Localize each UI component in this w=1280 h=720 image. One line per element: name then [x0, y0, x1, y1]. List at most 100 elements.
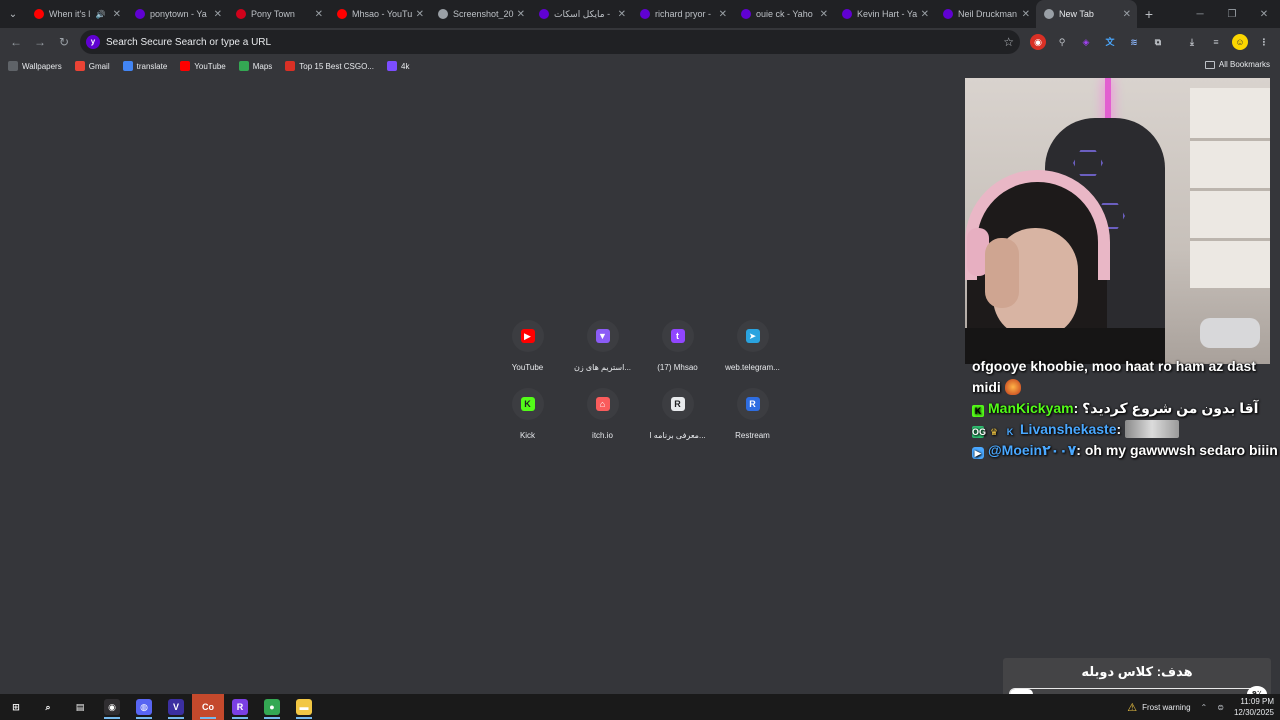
shortcut-tile[interactable]: R Restream [715, 388, 790, 440]
translate-extension-icon[interactable]: 文 [1102, 34, 1118, 50]
start-button[interactable]: ⊞ [0, 694, 32, 720]
weather-warning: Frost warning [1142, 702, 1191, 712]
bookmark-5[interactable]: Top 15 Best CSGO... [285, 61, 374, 71]
address-bar[interactable]: y Search Secure Search or type a URL ☆ [80, 30, 1020, 54]
co-icon: Co [200, 699, 216, 715]
shortcut-tile[interactable]: K Kick [490, 388, 565, 440]
download-icon[interactable]: ⤓ [1184, 34, 1200, 50]
background-shelf [1190, 88, 1270, 288]
profile-avatar-icon[interactable]: ☺ [1232, 34, 1248, 50]
tab-title: richard pryor - [655, 9, 712, 19]
shortcut-tile[interactable]: t (17) Mhsao [640, 320, 715, 372]
yahoo-icon [135, 9, 145, 19]
weather-widget[interactable]: ⚠ Frost warning [1127, 701, 1190, 714]
streamer-hand [985, 238, 1019, 308]
close-tab-icon[interactable]: ✕ [618, 9, 626, 20]
tab-7[interactable]: ouie ck - Yaho ✕ [733, 0, 834, 28]
address-bar-placeholder: Search Secure Search or type a URL [106, 36, 272, 48]
back-button[interactable]: ← [4, 35, 28, 49]
tab-10[interactable]: New Tab ✕ [1036, 0, 1137, 28]
task-view-button[interactable]: ▤ [64, 694, 96, 720]
maximize-icon[interactable]: ❐ [1216, 0, 1248, 28]
close-tab-icon[interactable]: ✕ [113, 9, 121, 20]
yahoo-icon [842, 9, 852, 19]
close-tab-icon[interactable]: ✕ [517, 9, 525, 20]
tab-4[interactable]: Screenshot_20 ✕ [430, 0, 531, 28]
r-app[interactable]: R [224, 694, 256, 720]
tab-3[interactable]: Mhsao - YouTu ✕ [329, 0, 430, 28]
network-icon[interactable]: ⊜ [1217, 703, 1224, 712]
chevron-up-icon[interactable]: ⌃ [1201, 703, 1208, 712]
chrome-app[interactable]: ● [256, 694, 288, 720]
media-icon[interactable]: ≡ [1208, 34, 1224, 50]
bookmark-4[interactable]: Maps [238, 61, 272, 71]
webcam-overlay [965, 78, 1270, 364]
bookmark-0[interactable]: Wallpapers [8, 61, 62, 71]
clock[interactable]: 11:09 PM 12/30/2025 [1234, 696, 1274, 718]
close-tab-icon[interactable]: ✕ [820, 9, 828, 20]
eyedropper-extension-icon[interactable]: ⚲ [1054, 34, 1070, 50]
close-tab-icon[interactable]: ✕ [214, 9, 222, 20]
close-tab-icon[interactable]: ✕ [315, 9, 323, 20]
tab-6[interactable]: richard pryor - ✕ [632, 0, 733, 28]
tab-title: Neil Druckman [958, 9, 1018, 19]
tab-1[interactable]: ponytown - Ya ✕ [127, 0, 228, 28]
tab-9[interactable]: Neil Druckman ✕ [935, 0, 1036, 28]
close-tab-icon[interactable]: ✕ [1123, 9, 1131, 20]
shortcut-tile[interactable]: ➤ web.telegram... [715, 320, 790, 372]
shortcut-label: YouTube [511, 363, 544, 372]
discord-app[interactable]: ◍ [128, 694, 160, 720]
tab-title: ouie ck - Yaho [756, 9, 813, 19]
all-bookmarks-button[interactable]: All Bookmarks [1204, 60, 1270, 69]
new-tab-button[interactable]: + [1137, 6, 1161, 22]
tab-search-button[interactable]: ⌄ [0, 0, 26, 28]
search-button[interactable]: ⌕ [32, 694, 64, 720]
obs-app[interactable]: ◉ [96, 694, 128, 720]
shortcut-tile[interactable]: ▼ استریم های زن... [565, 320, 640, 372]
audio-extension-icon[interactable]: ≋ [1126, 34, 1142, 50]
fire-emote-icon [1004, 379, 1021, 395]
bookmark-1[interactable]: Gmail [74, 61, 110, 71]
chat-message: OG ♛ K Livanshekaste: [972, 419, 1280, 440]
tab-0[interactable]: When it's l 🔊 ✕ [26, 0, 127, 28]
tab-8[interactable]: Kevin Hart - Ya ✕ [834, 0, 935, 28]
maps-icon [238, 61, 249, 71]
co-app[interactable]: Co [192, 694, 224, 720]
bookmark-2[interactable]: translate [122, 61, 167, 71]
tab-5[interactable]: مایکل اسکات - ✕ [531, 0, 632, 28]
close-tab-icon[interactable]: ✕ [1022, 9, 1030, 20]
file-explorer-app[interactable]: ▬ [288, 694, 320, 720]
shortcut-tile[interactable]: R معرفی برنامه ا... [640, 388, 715, 440]
bookmark-6[interactable]: 4k [387, 61, 409, 71]
shortcut-tile[interactable]: ▶ YouTube [490, 320, 565, 372]
r-app-icon: R [670, 397, 685, 411]
menu-kebab-icon[interactable]: ⋮ [1256, 34, 1272, 50]
bookmark-list: Wallpapers Gmail translate YouTube Maps Top 1… [8, 61, 422, 71]
close-tab-icon[interactable]: ✕ [719, 9, 727, 20]
puzzle-icon[interactable]: ⧉ [1150, 34, 1166, 50]
tab-title: مایکل اسکات - [554, 8, 611, 19]
close-icon[interactable]: ✕ [1248, 0, 1280, 28]
close-tab-icon[interactable]: ✕ [921, 9, 929, 20]
chrome-icon: ● [264, 699, 280, 715]
goal-title: هدف: کلاس دوبله [1081, 664, 1193, 679]
telegram-icon: ➤ [745, 329, 760, 343]
bookmark-star-icon[interactable]: ☆ [1003, 35, 1014, 49]
reload-button[interactable]: ↻ [52, 35, 76, 49]
shortcut-tile[interactable]: ⌂ itch.io [565, 388, 640, 440]
vegas-app[interactable]: V [160, 694, 192, 720]
shortcut-icon-circle: ▶ [511, 320, 544, 352]
forward-button[interactable]: → [28, 35, 52, 49]
speaker-icon[interactable]: 🔊 [96, 10, 106, 19]
search-icon: ⌕ [45, 702, 51, 712]
tab-2[interactable]: Pony Town ✕ [228, 0, 329, 28]
minimize-icon[interactable]: ─ [1184, 0, 1216, 28]
bookmark-3[interactable]: YouTube [180, 61, 226, 71]
close-tab-icon[interactable]: ✕ [416, 9, 424, 20]
yahoo-icon [640, 9, 650, 19]
adblock-extension-icon[interactable]: ◉ [1030, 34, 1046, 50]
shortcut-label: استریم های زن... [573, 363, 632, 372]
arrow-right-icon: → [34, 35, 46, 49]
extension-purple-icon[interactable]: ◈ [1078, 34, 1094, 50]
shortcut-grid: ▶ YouTube ▼ استریم های زن... t (17) Mhsao ➤ web… [490, 320, 790, 440]
